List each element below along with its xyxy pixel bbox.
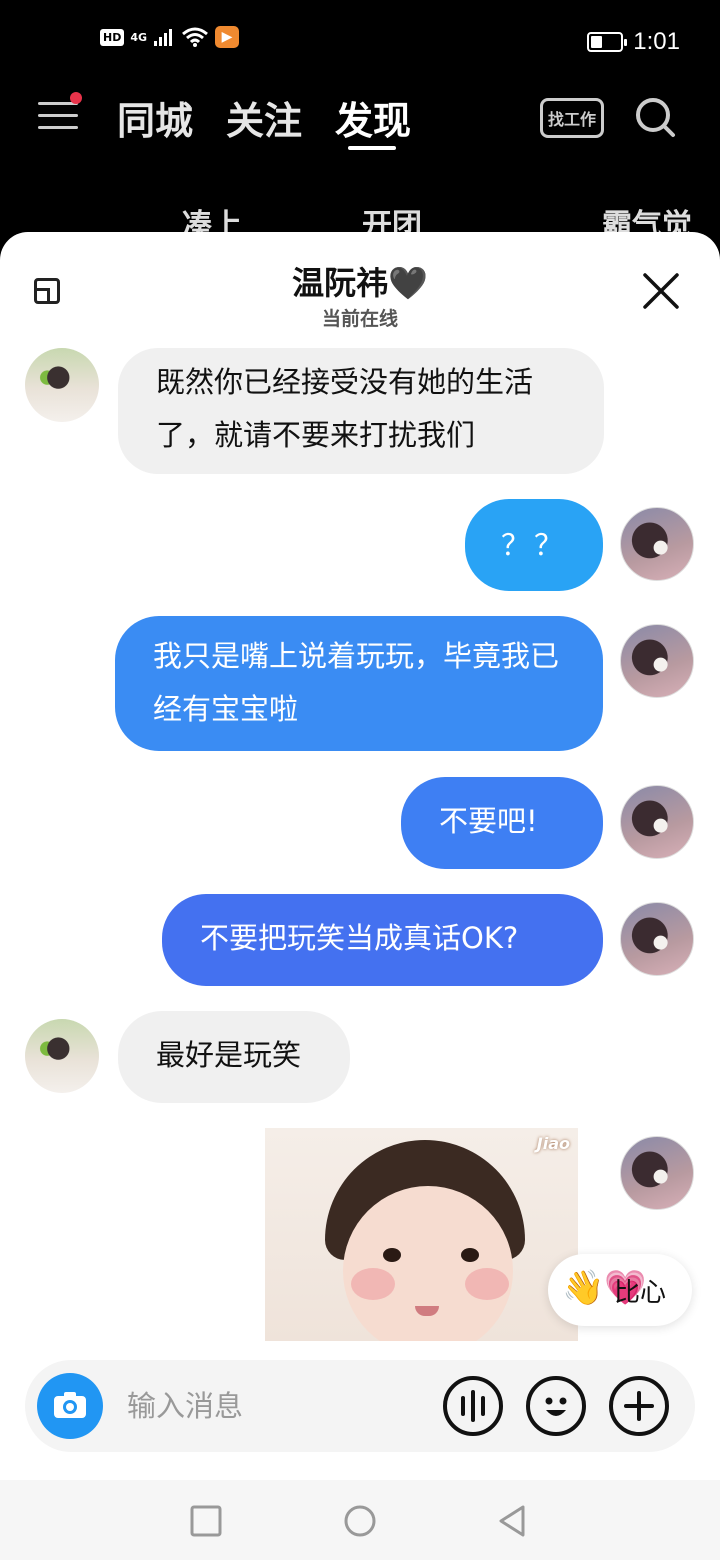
my-avatar[interactable] <box>620 785 694 859</box>
tab-following[interactable]: 关注 <box>226 90 302 145</box>
camera-icon <box>54 1392 86 1418</box>
contact-avatar[interactable] <box>25 1019 99 1093</box>
tab-discover[interactable]: 发现 <box>335 90 411 145</box>
message-input-bar <box>25 1360 695 1452</box>
contact-name: 温阮祎🖤 <box>292 264 428 302</box>
camera-button[interactable] <box>37 1373 103 1439</box>
status-left: HD 4G ▶ <box>100 26 240 48</box>
quick-reply-bixin-button[interactable]: 👋💗 比心 <box>548 1254 692 1326</box>
plus-button[interactable] <box>609 1376 669 1436</box>
find-job-button[interactable]: 找工作 <box>540 98 604 138</box>
my-avatar[interactable] <box>620 624 694 698</box>
my-avatar[interactable] <box>620 507 694 581</box>
my-avatar[interactable] <box>620 1136 694 1210</box>
contact-status: 当前在线 <box>321 308 398 330</box>
message-bubble-out[interactable]: 不要把玩笑当成真话OK? <box>162 894 603 986</box>
system-nav-bar <box>0 1480 720 1560</box>
voice-button[interactable] <box>443 1376 503 1436</box>
message-bubble-out[interactable]: 不要吧! <box>401 777 603 869</box>
message-input[interactable] <box>127 1382 427 1430</box>
wifi-icon <box>182 27 208 47</box>
image-message[interactable]: Jiao <box>265 1128 578 1341</box>
chat-header: 温阮祎🖤 当前在线 <box>0 232 720 340</box>
battery-icon <box>587 32 628 52</box>
plus-icon <box>624 1391 654 1421</box>
baby-eye <box>461 1248 479 1262</box>
message-bubble-in[interactable]: 最好是玩笑 <box>118 1011 350 1103</box>
quick-reply-label: 比心 <box>614 1278 667 1308</box>
message-bubble-out[interactable]: 我只是嘴上说着玩玩，毕竟我已经有宝宝啦 <box>115 616 603 751</box>
baby-cheek <box>465 1268 509 1300</box>
chat-sheet: 温阮祎🖤 当前在线 既然你已经接受没有她的生活了，就请不要来打扰我们 ？？ 我只… <box>0 232 720 1480</box>
emoji-icon <box>545 1397 567 1416</box>
app-notification-icon: ▶ <box>215 26 240 48</box>
image-watermark: Jiao <box>536 1134 570 1153</box>
active-tab-indicator <box>348 146 396 150</box>
close-icon[interactable] <box>642 272 680 310</box>
back-icon[interactable] <box>496 1504 530 1538</box>
hd-badge: HD <box>100 28 125 46</box>
status-bar: HD 4G ▶ 1:01 <box>0 0 720 84</box>
signal-icon <box>154 29 173 46</box>
find-job-label: 找工作 <box>547 110 596 129</box>
search-icon[interactable] <box>634 96 676 138</box>
message-bubble-out[interactable]: ？？ <box>465 499 603 591</box>
status-right: 1:01 <box>587 28 680 56</box>
network-type: 4G <box>130 30 148 44</box>
emoji-button[interactable] <box>526 1376 586 1436</box>
contact-avatar[interactable] <box>25 348 99 422</box>
recent-apps-icon[interactable] <box>189 1504 223 1538</box>
baby-eye <box>383 1248 401 1262</box>
message-bubble-in[interactable]: 既然你已经接受没有她的生活了，就请不要来打扰我们 <box>118 348 604 474</box>
menu-icon[interactable] <box>38 92 82 134</box>
tab-local[interactable]: 同城 <box>117 90 193 145</box>
top-nav: 同城 关注 发现 找工作 <box>0 84 720 154</box>
clock: 1:01 <box>633 28 680 55</box>
voice-icon <box>461 1390 485 1422</box>
home-icon[interactable] <box>343 1504 377 1538</box>
my-avatar[interactable] <box>620 902 694 976</box>
battery-fill <box>591 36 603 48</box>
notification-dot <box>70 92 82 104</box>
baby-cheek <box>351 1268 395 1300</box>
